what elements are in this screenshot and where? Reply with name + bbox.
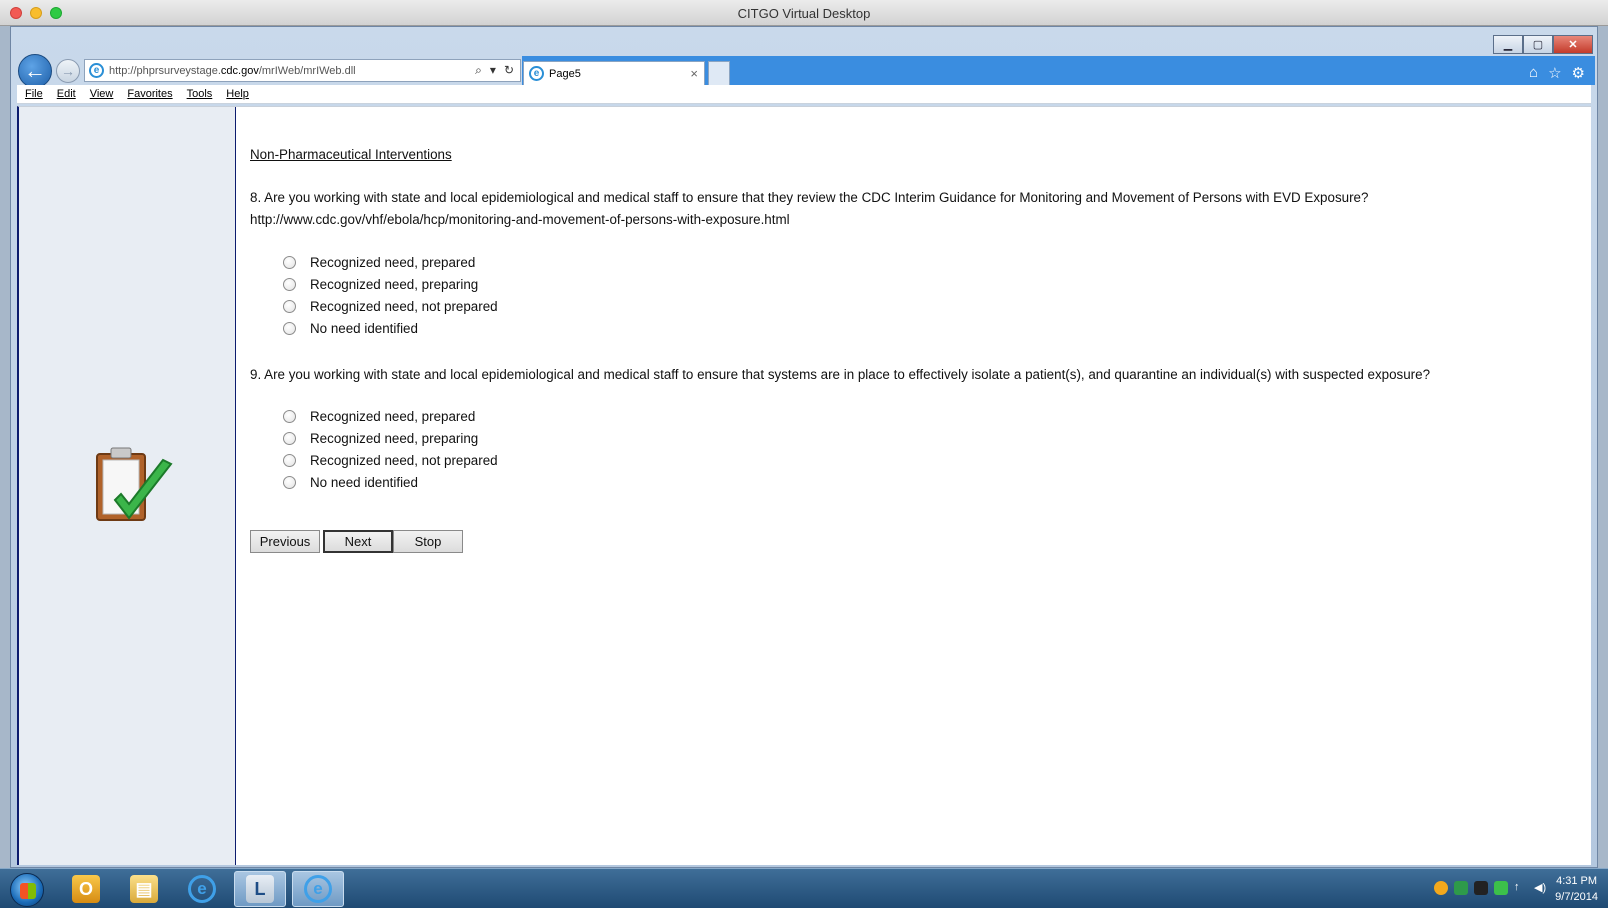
option-row[interactable]: Recognized need, preparing (283, 427, 498, 449)
menu-favorites[interactable]: Favorites (127, 88, 172, 100)
system-tray: ↑ ◀) (1434, 881, 1548, 895)
option-row[interactable]: Recognized need, preparing (283, 273, 498, 295)
ie-page-icon: e (89, 63, 104, 78)
home-icon[interactable]: ⌂ (1529, 64, 1538, 82)
radio-button[interactable] (283, 255, 296, 269)
taskbar-outlook[interactable]: O (60, 871, 112, 907)
option-label: Recognized need, not prepared (310, 452, 498, 468)
option-row[interactable]: No need identified (283, 471, 498, 493)
browser-window: ▁ ▢ ✕ ← → e http://phprsurveystage.cdc.g… (10, 26, 1598, 868)
back-icon[interactable]: ← (18, 54, 52, 88)
question-9: 9. Are you working with state and local … (250, 364, 1430, 386)
start-button[interactable] (10, 873, 44, 907)
question-9-options: Recognized need, prepared Recognized nee… (283, 405, 498, 493)
option-label: Recognized need, preparing (310, 430, 479, 446)
navigation-bar: ← → e http://phprsurveystage.cdc.gov/mrI… (11, 53, 1597, 88)
radio-button[interactable] (283, 453, 296, 467)
option-label: No need identified (310, 474, 418, 490)
option-label: Recognized need, prepared (310, 408, 476, 424)
tray-update-icon[interactable] (1434, 881, 1448, 895)
menu-file[interactable]: File (25, 88, 43, 100)
window-controls: ▁ ▢ ✕ (1493, 35, 1593, 54)
window-title: CITGO Virtual Desktop (737, 6, 871, 21)
tray-security-icon[interactable] (1494, 881, 1508, 895)
question-8-options: Recognized need, prepared Recognized nee… (283, 251, 498, 339)
tray-signal-icon[interactable]: ↑ (1514, 881, 1528, 895)
option-row[interactable]: Recognized need, prepared (283, 405, 498, 427)
tab-close-icon[interactable]: × (690, 66, 698, 81)
volume-icon[interactable]: ◀) (1534, 881, 1548, 895)
system-clock[interactable]: 4:31 PM 9/7/2014 (1555, 873, 1598, 905)
next-button[interactable]: Next (323, 530, 393, 553)
internet-explorer-icon: e (188, 875, 216, 903)
question-9-text: 9. Are you working with state and local … (250, 367, 1431, 382)
question-8-text: 8. Are you working with state and local … (250, 190, 1369, 205)
refresh-icon[interactable]: ↻ (504, 63, 514, 78)
browser-toolbar-icons: ⌂ ☆ ⚙ (1529, 64, 1585, 82)
mac-titlebar: CITGO Virtual Desktop (0, 0, 1608, 26)
tab-strip: e Page5 × ⌂ ☆ ⚙ (522, 56, 1595, 85)
option-row[interactable]: No need identified (283, 317, 498, 339)
radio-button[interactable] (283, 475, 296, 489)
internet-explorer-icon: e (304, 875, 332, 903)
menu-help[interactable]: Help (226, 88, 249, 100)
option-row[interactable]: Recognized need, not prepared (283, 295, 498, 317)
option-label: Recognized need, not prepared (310, 298, 498, 314)
taskbar-ie[interactable]: e (176, 871, 228, 907)
option-label: No need identified (310, 320, 418, 336)
question-8-link: http://www.cdc.gov/vhf/ebola/hcp/monitor… (250, 212, 790, 227)
tab-page5[interactable]: e Page5 × (523, 61, 705, 85)
section-title: Non-Pharmaceutical Interventions (250, 147, 452, 162)
stop-button[interactable]: Stop (393, 530, 463, 553)
radio-button[interactable] (283, 431, 296, 445)
menu-view[interactable]: View (90, 88, 114, 100)
tray-app-icon[interactable] (1474, 881, 1488, 895)
tab-label: Page5 (549, 67, 581, 80)
navigation-buttons: Previous Next Stop (250, 530, 463, 553)
tray-network-icon[interactable] (1454, 881, 1468, 895)
outlook-icon: O (72, 875, 100, 903)
search-icon[interactable]: ⌕ (475, 63, 482, 78)
page-viewport: Non-Pharmaceutical Interventions 8. Are … (17, 106, 1591, 865)
radio-button[interactable] (283, 321, 296, 335)
menu-tools[interactable]: Tools (187, 88, 213, 100)
application-icon: L (246, 875, 274, 903)
address-bar[interactable]: e http://phprsurveystage.cdc.gov/mrIWeb/… (84, 59, 521, 82)
previous-button[interactable]: Previous (250, 530, 320, 553)
close-button[interactable]: ✕ (1553, 35, 1593, 54)
radio-button[interactable] (283, 277, 296, 291)
taskbar: O ▤ e L e ↑ ◀) 4:31 PM 9/7/2014 (0, 868, 1608, 908)
address-tools: ⌕ ▾ ↻ (475, 63, 514, 78)
tab-ie-icon: e (529, 66, 544, 81)
radio-button[interactable] (283, 409, 296, 423)
option-row[interactable]: Recognized need, not prepared (283, 449, 498, 471)
windows-logo-icon (20, 883, 36, 899)
taskbar-ie-active[interactable]: e (292, 871, 344, 907)
clipboard-checkmark-icon (96, 447, 173, 521)
dropdown-icon[interactable]: ▾ (490, 63, 496, 78)
taskbar-explorer[interactable]: ▤ (118, 871, 170, 907)
forward-icon[interactable]: → (56, 59, 80, 83)
option-label: Recognized need, preparing (310, 276, 479, 292)
left-panel (19, 107, 236, 865)
taskbar-app[interactable]: L (234, 871, 286, 907)
menu-edit[interactable]: Edit (57, 88, 76, 100)
clock-time: 4:31 PM (1556, 875, 1598, 887)
clock-date: 9/7/2014 (1555, 891, 1598, 903)
minimize-button[interactable]: ▁ (1493, 35, 1523, 54)
question-8: 8. Are you working with state and local … (250, 187, 1368, 231)
radio-button[interactable] (283, 299, 296, 313)
option-row[interactable]: Recognized need, prepared (283, 251, 498, 273)
folder-icon: ▤ (130, 875, 158, 903)
restore-button[interactable]: ▢ (1523, 35, 1553, 54)
option-label: Recognized need, prepared (310, 254, 476, 270)
favorites-star-icon[interactable]: ☆ (1548, 64, 1561, 82)
address-text: http://phprsurveystage.cdc.gov/mrIWeb/mr… (109, 64, 356, 77)
gear-icon[interactable]: ⚙ (1572, 64, 1585, 82)
menu-bar: File Edit View Favorites Tools Help (17, 85, 1591, 104)
new-tab-button[interactable] (708, 61, 730, 85)
